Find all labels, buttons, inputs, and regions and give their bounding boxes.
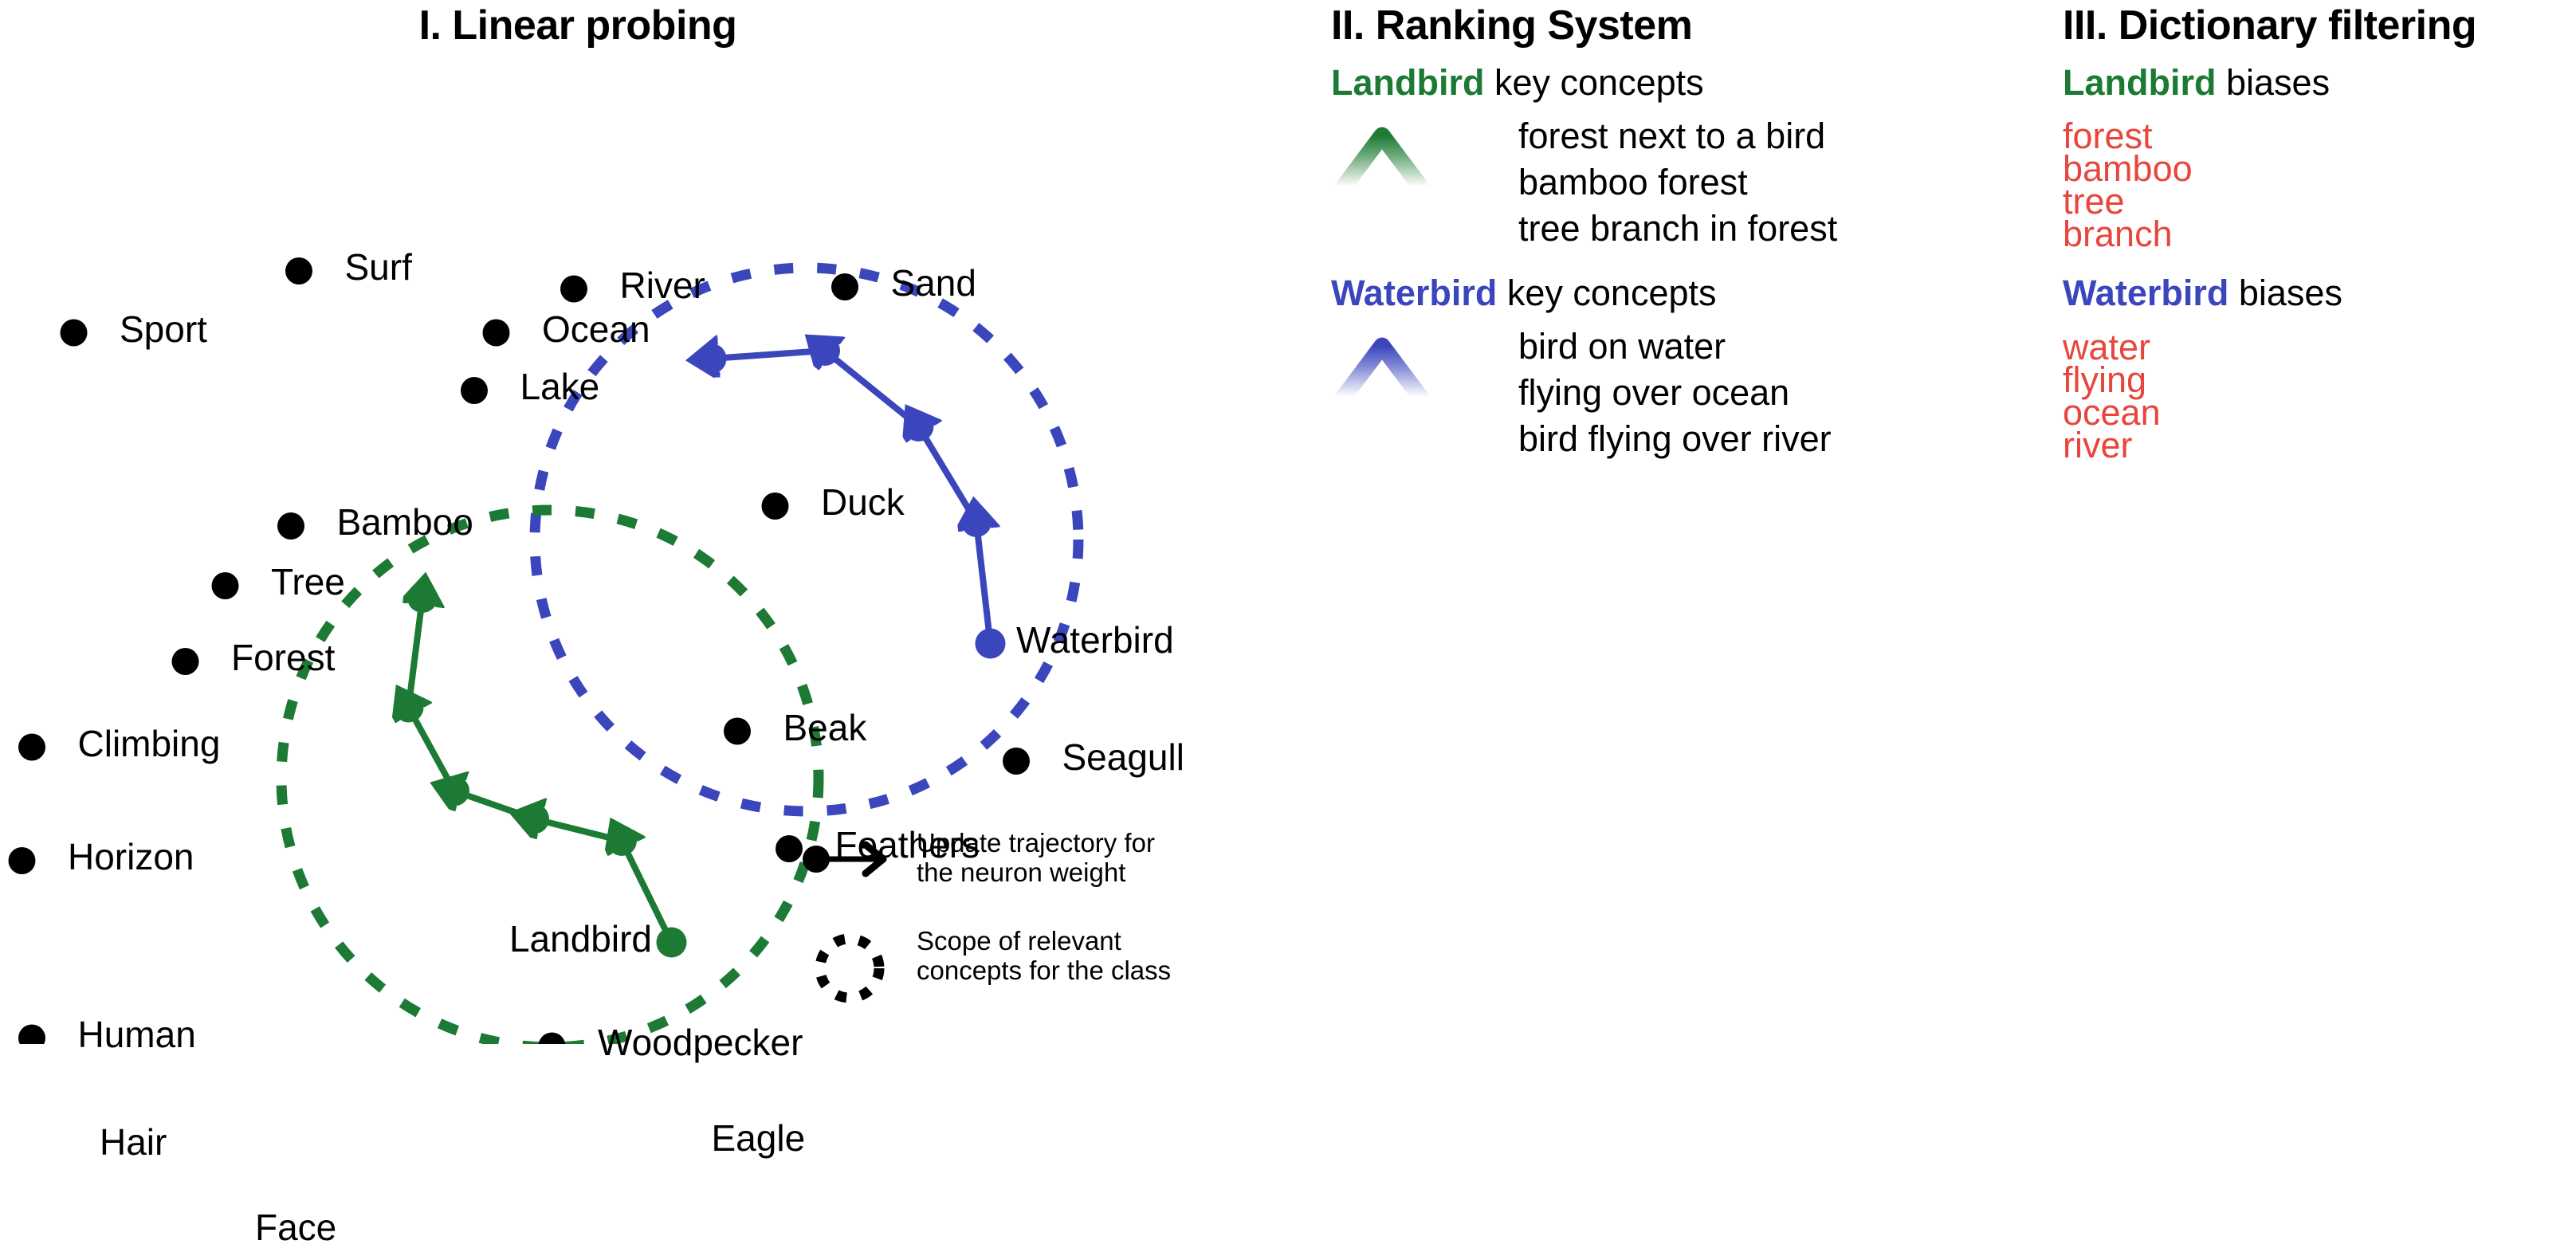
legend-line: the neuron weight [917, 857, 1126, 887]
concept-label-lake: Lake [520, 366, 600, 407]
waterbird-trajectory-segment [712, 351, 826, 359]
concept-dot [1003, 748, 1030, 775]
landbird-trajectory-node [519, 803, 549, 834]
landbird-trajectory-node [393, 692, 424, 723]
key-concept-item: forest next to a bird [1518, 116, 1826, 156]
panel-linear-probing: I. Linear probing Sport Surf River Ocean San… [0, 0, 1291, 1246]
page-title-ranking-system: II. Ranking System [1331, 2, 1693, 49]
concept-label-forest: Forest [231, 637, 336, 678]
dictionary-heading-waterbird: Waterbird biases [2063, 273, 2342, 314]
concept-label-eagle: Eagle [711, 1117, 806, 1159]
landbird-trajectory-node [656, 927, 687, 958]
class-name-waterbird: Waterbird [1331, 273, 1498, 313]
waterbird-trajectory-segment [919, 426, 980, 524]
concept-label-horizon: Horizon [68, 836, 194, 877]
legend-line: concepts for the class [917, 955, 1172, 985]
concept-dot [211, 572, 239, 599]
panel-dictionary-filtering: III. Dictionary filtering Landbird biase… [2024, 0, 2576, 1044]
scope-circle-landbird [276, 504, 824, 1044]
waterbird-trajectory-node [961, 507, 992, 537]
legend-line: Scope of relevant [917, 926, 1121, 956]
concept-dot [60, 319, 88, 347]
concept-label-human: Human [77, 1013, 196, 1055]
concept-dot [171, 648, 199, 675]
concept-label-hair: Hair [100, 1120, 167, 1163]
landbird-trajectory-node [607, 826, 637, 856]
concept-dot [285, 257, 312, 285]
waterbird-trajectory-segment [976, 522, 991, 644]
heading-suffix: key concepts [1497, 273, 1717, 313]
ranking-heading-waterbird: Waterbird key concepts [1331, 273, 1717, 314]
concept-label-landbird: Landbird [509, 917, 652, 960]
page-title-dictionary-filtering: III. Dictionary filtering [2063, 2, 2477, 49]
class-name-landbird: Landbird [1331, 62, 1485, 103]
concept-label-waterbird: Waterbird [1016, 618, 1174, 661]
concept-dot [761, 493, 789, 520]
bias-word-item: branch [2063, 214, 2173, 254]
concept-dot [776, 835, 803, 862]
key-concept-item: bird on water [1518, 326, 1726, 367]
concept-label-woodpecker: Woodpecker [598, 1021, 803, 1063]
waterbird-trajectory-node [810, 336, 840, 366]
concept-dot [18, 733, 45, 761]
landbird-update-trajectory [394, 583, 687, 958]
legend-line: Update trajectory for [917, 828, 1155, 858]
class-name-waterbird: Waterbird [2063, 273, 2229, 313]
arrow-with-dot-icon [803, 841, 887, 877]
concept-label-climbing: Climbing [77, 722, 221, 764]
concept-label-beak: Beak [783, 706, 867, 748]
concept-dot [724, 717, 751, 745]
panel-ranking-system: II. Ranking System Landbird key concepts… [1291, 0, 2024, 1044]
heading-suffix: biases [2216, 62, 2331, 103]
concept-dot [538, 1032, 566, 1044]
waterbird-trajectory-segment [825, 351, 921, 430]
bias-word-item: river [2063, 425, 2133, 465]
landbird-trajectory-node [407, 583, 438, 613]
concept-dot [461, 377, 488, 404]
key-concept-item: tree branch in forest [1518, 208, 1838, 249]
heading-suffix: biases [2228, 273, 2342, 313]
dashed-circle-icon [815, 933, 885, 1003]
concept-label-surf: Surf [344, 246, 412, 288]
concept-label-tree: Tree [271, 561, 345, 602]
dictionary-heading-landbird: Landbird biases [2063, 62, 2330, 104]
concept-dot [277, 512, 304, 540]
concept-dot [18, 1024, 45, 1044]
class-name-landbird: Landbird [2063, 62, 2217, 103]
concept-label-sand: Sand [890, 262, 976, 304]
concept-dot [482, 319, 510, 347]
concept-label-bamboo: Bamboo [336, 501, 473, 543]
legend-label-scope: Scope of relevant concepts for the class [917, 926, 1172, 986]
waterbird-trajectory-node [696, 343, 727, 374]
concept-label-face: Face [255, 1207, 337, 1248]
concept-label-duck: Duck [821, 481, 905, 523]
concept-dot [560, 275, 587, 303]
concept-label-ocean: Ocean [542, 308, 650, 350]
concept-label-river: River [619, 264, 705, 306]
concept-dot [831, 273, 858, 300]
waterbird-trajectory-node [903, 411, 934, 442]
landbird-trajectory-node [439, 775, 469, 806]
key-concept-item: bamboo forest [1518, 162, 1748, 202]
concept-label-seagull: Seagull [1062, 736, 1184, 778]
legend-label-update-trajectory: Update trajectory for the neuron weight [917, 828, 1155, 888]
ranking-heading-landbird: Landbird key concepts [1331, 62, 1704, 104]
concept-label-sport: Sport [120, 308, 207, 350]
waterbird-rank-arrow-icon [1335, 337, 1429, 647]
key-concept-item: bird flying over river [1518, 418, 1832, 459]
key-concept-item: flying over ocean [1518, 372, 1790, 413]
concept-dot [8, 847, 36, 874]
waterbird-trajectory-node [975, 628, 1006, 659]
heading-suffix: key concepts [1484, 62, 1704, 103]
landbird-trajectory-segment [409, 598, 423, 708]
